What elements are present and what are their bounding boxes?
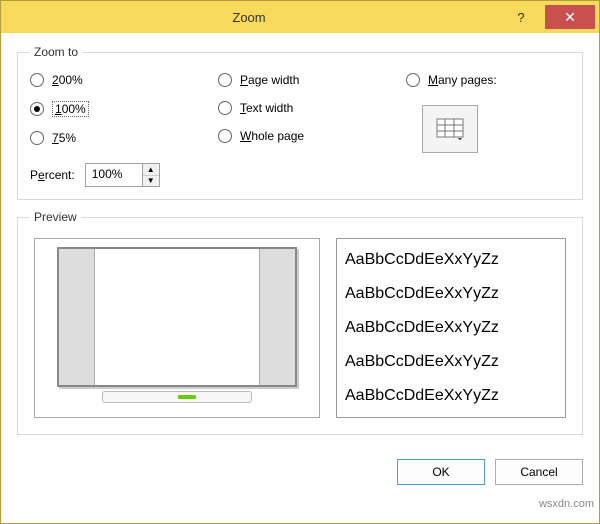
spinner-down-button[interactable]: ▼: [143, 176, 159, 187]
spinner-up-button[interactable]: ▲: [143, 164, 159, 176]
monitor-preview: [34, 238, 320, 418]
preview-group: Preview AaBbCcDdEeXxYyZz AaBbCcDdEeXxYyZ…: [17, 210, 583, 435]
many-pages-picker[interactable]: [422, 105, 478, 153]
sample-line: AaBbCcDdEeXxYyZz: [345, 353, 557, 371]
radio-label: Text width: [240, 101, 293, 115]
close-button[interactable]: ✕: [545, 5, 595, 29]
percent-label: Percent:: [30, 168, 75, 182]
radio-label: 100%: [52, 101, 89, 117]
percent-row: Percent: 100% ▲ ▼: [30, 163, 570, 187]
pages-grid-icon: [436, 118, 464, 140]
radio-text-width[interactable]: Text width: [218, 101, 382, 115]
radio-icon: [406, 73, 420, 87]
cancel-button[interactable]: Cancel: [495, 459, 583, 485]
radio-label: 75%: [52, 131, 76, 145]
radio-icon: [218, 101, 232, 115]
radio-icon: [30, 102, 44, 116]
sample-line: AaBbCcDdEeXxYyZz: [345, 387, 557, 405]
font-sample-box: AaBbCcDdEeXxYyZz AaBbCcDdEeXxYyZz AaBbCc…: [336, 238, 566, 418]
zoom-to-group: Zoom to 200% 100% 75%: [17, 45, 583, 200]
preview-legend: Preview: [30, 210, 81, 224]
zoom-dialog: Zoom ? ✕ Zoom to 200% 100%: [0, 0, 600, 524]
zoom-to-legend: Zoom to: [30, 45, 82, 59]
radio-whole-page[interactable]: Whole page: [218, 129, 382, 143]
radio-icon: [218, 73, 232, 87]
titlebar: Zoom ? ✕: [1, 1, 599, 33]
help-button[interactable]: ?: [497, 5, 545, 29]
radio-icon: [30, 131, 44, 145]
radio-label: Whole page: [240, 129, 304, 143]
dialog-content: Zoom to 200% 100% 75%: [1, 33, 599, 449]
radio-label: 200%: [52, 73, 83, 87]
sample-line: AaBbCcDdEeXxYyZz: [345, 285, 557, 303]
window-title: Zoom: [1, 10, 497, 25]
radio-many-pages[interactable]: Many pages:: [406, 73, 570, 87]
sample-line: AaBbCcDdEeXxYyZz: [345, 251, 557, 269]
percent-value[interactable]: 100%: [86, 164, 142, 186]
radio-icon: [30, 73, 44, 87]
monitor-icon: [57, 247, 297, 387]
radio-label: Page width: [240, 73, 299, 87]
radio-100[interactable]: 100%: [30, 101, 194, 117]
radio-page-width[interactable]: Page width: [218, 73, 382, 87]
monitor-stand-icon: [102, 391, 252, 403]
percent-spinner[interactable]: 100% ▲ ▼: [85, 163, 160, 187]
radio-200[interactable]: 200%: [30, 73, 194, 87]
radio-label: Many pages:: [428, 73, 497, 87]
close-icon: ✕: [564, 9, 576, 26]
sample-line: AaBbCcDdEeXxYyZz: [345, 319, 557, 337]
watermark: wsxdn.com: [539, 498, 594, 510]
ok-button[interactable]: OK: [397, 459, 485, 485]
radio-icon: [218, 129, 232, 143]
radio-75[interactable]: 75%: [30, 131, 194, 145]
dialog-buttons: OK Cancel: [1, 449, 599, 497]
